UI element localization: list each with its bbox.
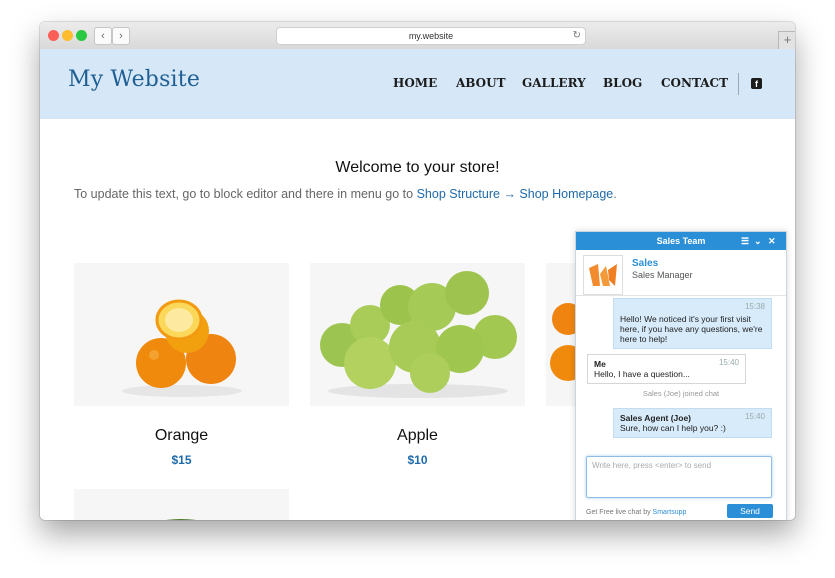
product-price: $15 [171, 453, 192, 467]
smartsupp-link[interactable]: Smartsupp [653, 509, 687, 516]
message-sender: Sales Agent (Joe) [620, 413, 692, 423]
address-bar[interactable]: my.website ↻ [276, 27, 586, 45]
agent-name: Sales [632, 258, 659, 269]
intro-text: To update this text, go to block editor … [74, 187, 617, 201]
system-message: Sales (Joe) joined chat [642, 389, 720, 398]
minimize-chat-icon[interactable]: ⌄ [754, 232, 762, 250]
live-chat-widget: Sales Team ☰ ⌄ ✕ Sales Sales Manager 15:… [575, 231, 787, 520]
product-name[interactable]: Apple [310, 427, 525, 445]
message-time: 15:40 [744, 412, 765, 421]
product-image-orange[interactable] [74, 263, 289, 406]
nav-contact[interactable]: CONTACT [661, 76, 728, 90]
shop-structure-link[interactable]: Shop Structure → Shop Homepage [417, 187, 614, 201]
chat-header[interactable]: Sales Team ☰ ⌄ ✕ [576, 232, 786, 250]
chat-messages[interactable]: 15:38 Hello! We noticed it's your first … [576, 295, 786, 452]
forward-button[interactable]: › [112, 27, 130, 45]
product-price: $10 [407, 453, 428, 467]
intro-text-end: . [613, 187, 617, 201]
chat-message: 15:40 Me Hello, I have a question... [587, 354, 746, 384]
reload-icon[interactable]: ↻ [573, 28, 581, 44]
nav-gallery[interactable]: GALLERY [522, 76, 586, 90]
agent-role: Sales Manager [632, 270, 693, 280]
chat-message: 15:40 Sales Agent (Joe) Sure, how can I … [613, 408, 772, 438]
chat-title: Sales Team [656, 236, 706, 246]
facebook-icon[interactable]: f [751, 78, 762, 89]
menu-icon[interactable]: ☰ [741, 232, 749, 250]
minimize-window-button[interactable] [62, 30, 73, 41]
close-window-button[interactable] [48, 30, 59, 41]
message-text: Hello! We noticed it's your first visit … [620, 314, 763, 344]
intro-text-body: To update this text, go to block editor … [74, 187, 414, 201]
browser-window: ‹ › my.website ↻ + My Website HOME ABOUT… [40, 22, 795, 520]
nav-home[interactable]: HOME [393, 76, 437, 90]
maximize-window-button[interactable] [76, 30, 87, 41]
message-time: 15:38 [744, 302, 765, 311]
new-tab-button[interactable]: + [778, 31, 795, 50]
product-name[interactable]: Orange [74, 427, 289, 445]
nav-blog[interactable]: BLOG [603, 76, 642, 90]
site-header: My Website HOME ABOUT GALLERY BLOG CONTA… [40, 49, 795, 119]
message-text: Sure, how can I help you? :) [620, 423, 726, 433]
chat-footer: Get Free live chat by Smartsupp [586, 509, 686, 516]
message-text: Hello, I have a question... [594, 369, 690, 379]
footer-prefix: Get Free live chat by [586, 509, 651, 516]
nav-about[interactable]: ABOUT [456, 76, 506, 90]
message-time: 15:40 [718, 358, 739, 367]
chat-input[interactable]: Write here, press <enter> to send [586, 456, 772, 498]
welcome-heading: Welcome to your store! [335, 159, 500, 176]
site-logo[interactable]: My Website [68, 67, 200, 92]
browser-toolbar: ‹ › my.website ↻ + [40, 22, 795, 50]
nav-divider [738, 73, 739, 95]
product-image-apple[interactable] [310, 263, 525, 406]
close-chat-icon[interactable]: ✕ [768, 232, 776, 250]
chat-message: 15:38 Hello! We noticed it's your first … [613, 298, 772, 349]
send-button[interactable]: Send [727, 504, 773, 518]
back-button[interactable]: ‹ [94, 27, 112, 45]
agent-avatar [583, 255, 623, 295]
url-text: my.website [408, 31, 454, 41]
product-image-next[interactable] [74, 489, 289, 520]
message-sender: Me [594, 359, 606, 369]
